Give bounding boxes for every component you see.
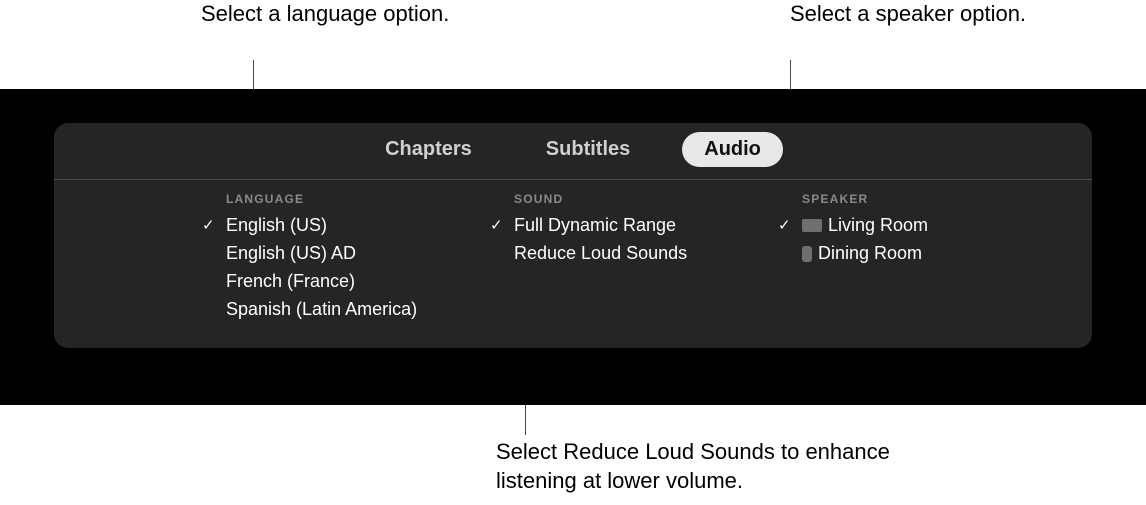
tab-audio[interactable]: Audio — [682, 132, 783, 167]
sound-option-label: Reduce Loud Sounds — [514, 240, 687, 268]
speaker-option-label: Dining Room — [818, 240, 922, 268]
language-option-spanish[interactable]: ✓ Spanish (Latin America) — [202, 296, 478, 324]
language-option-label: English (US) AD — [226, 240, 356, 268]
audio-columns: LANGUAGE ✓ English (US) ✓ English (US) A… — [54, 180, 1092, 324]
overlay-tabs: Chapters Subtitles Audio — [54, 123, 1092, 180]
speaker-option-living-room[interactable]: ✓ Living Room — [778, 212, 1054, 240]
language-column: LANGUAGE ✓ English (US) ✓ English (US) A… — [196, 192, 484, 324]
callout-sound: Select Reduce Loud Sounds to enhance lis… — [496, 438, 976, 495]
audio-overlay-panel: Chapters Subtitles Audio LANGUAGE ✓ Engl… — [54, 123, 1092, 348]
language-option-label: French (France) — [226, 268, 355, 296]
sound-column: SOUND ✓ Full Dynamic Range ✓ Reduce Loud… — [484, 192, 772, 324]
language-option-french[interactable]: ✓ French (France) — [202, 268, 478, 296]
tab-subtitles[interactable]: Subtitles — [524, 132, 652, 167]
appletv-box-icon — [802, 219, 822, 232]
speaker-option-label: Living Room — [828, 212, 928, 240]
sound-option-full-dynamic[interactable]: ✓ Full Dynamic Range — [490, 212, 766, 240]
check-icon: ✓ — [202, 214, 226, 237]
callout-speaker: Select a speaker option. — [790, 0, 1050, 29]
language-option-english-us-ad[interactable]: ✓ English (US) AD — [202, 240, 478, 268]
sound-option-reduce-loud[interactable]: ✓ Reduce Loud Sounds — [490, 240, 766, 268]
language-option-english-us[interactable]: ✓ English (US) — [202, 212, 478, 240]
speaker-header: SPEAKER — [802, 192, 1054, 206]
speaker-column: SPEAKER ✓ Living Room ✓ Dining Room — [772, 192, 1060, 324]
sound-header: SOUND — [514, 192, 766, 206]
homepod-icon — [802, 246, 812, 262]
tab-chapters[interactable]: Chapters — [363, 132, 494, 167]
sound-option-label: Full Dynamic Range — [514, 212, 676, 240]
language-option-label: Spanish (Latin America) — [226, 296, 417, 324]
check-icon: ✓ — [778, 214, 802, 237]
speaker-option-dining-room[interactable]: ✓ Dining Room — [778, 240, 1054, 268]
player-background: Chapters Subtitles Audio LANGUAGE ✓ Engl… — [0, 89, 1146, 405]
language-header: LANGUAGE — [226, 192, 478, 206]
check-icon: ✓ — [490, 214, 514, 237]
language-option-label: English (US) — [226, 212, 327, 240]
callout-language: Select a language option. — [201, 0, 461, 29]
